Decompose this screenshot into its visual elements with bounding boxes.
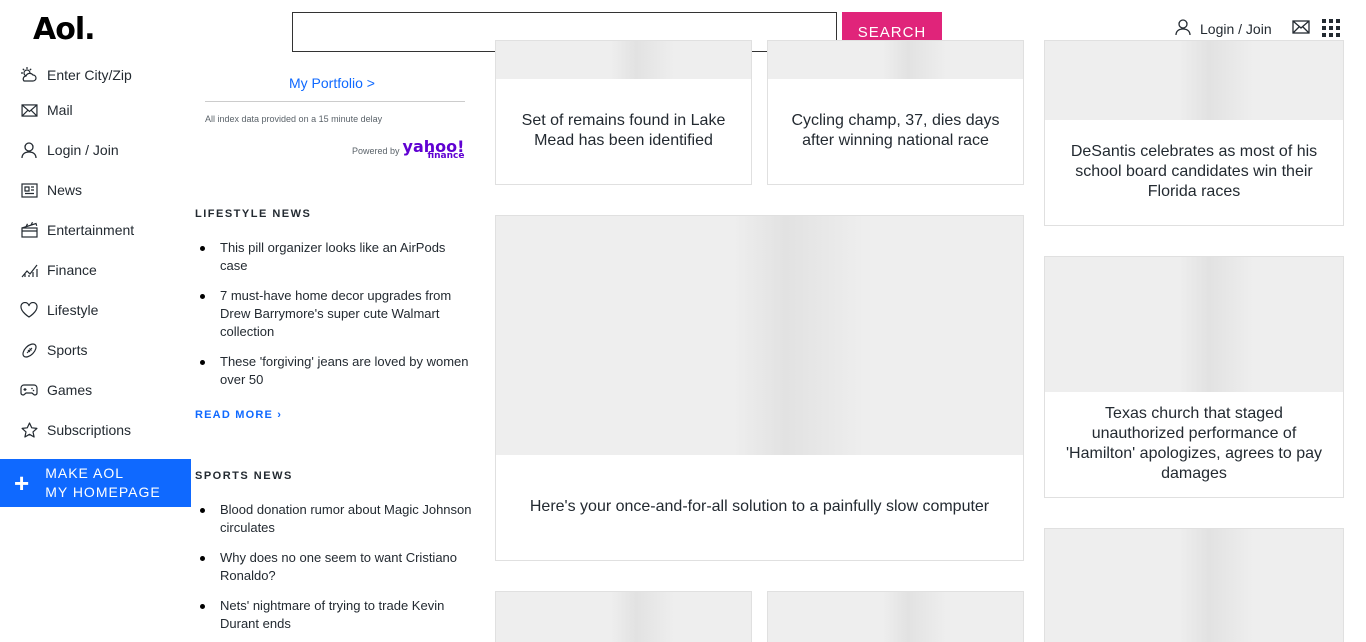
football-icon (20, 341, 38, 359)
card-image (1045, 257, 1343, 392)
sports-news-list: Blood donation rumor about Magic Johnson… (195, 501, 475, 642)
sidebar-item-news[interactable]: News (0, 170, 191, 210)
aol-logo[interactable]: Aol. (33, 12, 96, 47)
lifestyle-news-list: This pill organizer looks like an AirPod… (195, 239, 475, 401)
news-card-cycling[interactable]: Cycling champ, 37, dies days after winni… (767, 40, 1024, 185)
make-home-line1: MAKE AOL (45, 465, 124, 481)
sidebar-item-lifestyle[interactable]: Lifestyle (0, 290, 191, 330)
sidebar-item-label: Entertainment (47, 222, 135, 238)
news-card-lake-mead[interactable]: Set of remains found in Lake Mead has be… (495, 40, 752, 185)
list-item[interactable]: Nets' nightmare of trying to trade Kevin… (195, 597, 475, 633)
heart-icon (20, 301, 38, 319)
make-home-line2: MY HOMEPAGE (45, 484, 161, 500)
card-image (1045, 529, 1343, 642)
card-image (496, 216, 1023, 455)
card-headline: Cycling champ, 37, dies days after winni… (791, 112, 1000, 149)
news-card-placeholder[interactable] (495, 591, 752, 642)
sidebar-item-finance[interactable]: Finance (0, 250, 191, 290)
news-card-placeholder[interactable] (1044, 528, 1344, 642)
card-headline: Set of remains found in Lake Mead has be… (521, 112, 726, 149)
list-item[interactable]: 7 must-have home decor upgrades from Dre… (195, 287, 475, 341)
sidebar-item-mail[interactable]: Mail (0, 90, 191, 130)
star-icon (20, 421, 38, 439)
card-image (768, 592, 1023, 642)
user-icon (20, 141, 38, 159)
list-item[interactable]: Why does no one seem to want Cristiano R… (195, 549, 475, 585)
sidebar-item-login[interactable]: Login / Join (0, 130, 191, 170)
card-headline: Texas church that staged unauthorized pe… (1065, 405, 1323, 482)
plus-icon: + (14, 468, 30, 498)
card-headline: DeSantis celebrates as most of his schoo… (1070, 143, 1318, 200)
list-item[interactable]: These 'forgiving' jeans are loved by wom… (195, 353, 475, 389)
powered-by-label: Powered by (352, 146, 400, 156)
lifestyle-news-title: LIFESTYLE NEWS (195, 208, 312, 220)
powered-by-yahoo[interactable]: Powered by yahoo! finance (352, 139, 465, 161)
gamepad-icon (20, 381, 38, 399)
sidebar-item-label: Login / Join (47, 142, 119, 158)
sidebar-item-label: Mail (47, 102, 73, 118)
finance-delay-note: All index data provided on a 15 minute d… (205, 114, 383, 124)
sidebar-item-entertainment[interactable]: Entertainment (0, 210, 191, 250)
clapperboard-icon (20, 221, 38, 239)
mail-icon[interactable] (1292, 20, 1310, 39)
card-image (768, 41, 1023, 79)
sidebar-item-label: Lifestyle (47, 302, 99, 318)
sidebar-item-subscriptions[interactable]: Subscriptions (0, 410, 191, 450)
make-homepage-button[interactable]: + MAKE AOL MY HOMEPAGE (0, 459, 191, 507)
header-login-link[interactable]: Login / Join (1174, 18, 1272, 39)
news-card-desantis[interactable]: DeSantis celebrates as most of his schoo… (1044, 40, 1344, 226)
sidebar-item-sports[interactable]: Sports (0, 330, 191, 370)
sidebar-nav: Enter City/Zip Mail Login / Join News En… (0, 60, 191, 450)
finance-divider (205, 101, 465, 102)
card-headline: Here's your once-and-for-all solution to… (529, 498, 990, 515)
sidebar-item-label: Games (47, 382, 93, 398)
sidebar-item-label: Enter City/Zip (47, 67, 132, 83)
news-icon (20, 181, 38, 199)
card-image (1045, 41, 1343, 120)
sidebar-item-label: Sports (47, 342, 88, 358)
header-login-label: Login / Join (1200, 20, 1272, 37)
my-portfolio-link[interactable]: My Portfolio > (289, 75, 375, 91)
sidebar-item-games[interactable]: Games (0, 370, 191, 410)
sidebar-item-label: News (47, 182, 83, 198)
sidebar-item-label: Subscriptions (47, 422, 132, 438)
card-image (496, 592, 751, 642)
sidebar-item-label: Finance (47, 262, 97, 278)
apps-grid-icon[interactable] (1322, 19, 1340, 42)
user-icon (1174, 18, 1192, 39)
yahoo-finance-logo: yahoo! finance (403, 139, 465, 161)
list-item[interactable]: This pill organizer looks like an AirPod… (195, 239, 475, 275)
sports-news-title: SPORTS NEWS (195, 470, 293, 482)
news-card-slow-computer[interactable]: Here's your once-and-for-all solution to… (495, 215, 1024, 561)
mail-icon (20, 101, 38, 119)
list-item[interactable]: Blood donation rumor about Magic Johnson… (195, 501, 475, 537)
news-card-texas-church[interactable]: Texas church that staged unauthorized pe… (1044, 256, 1344, 498)
chart-icon (20, 261, 38, 279)
weather-icon (20, 66, 38, 84)
sidebar-item-weather[interactable]: Enter City/Zip (0, 60, 191, 90)
news-card-placeholder[interactable] (767, 591, 1024, 642)
read-more-link[interactable]: READ MORE › (195, 409, 282, 421)
card-image (496, 41, 751, 79)
